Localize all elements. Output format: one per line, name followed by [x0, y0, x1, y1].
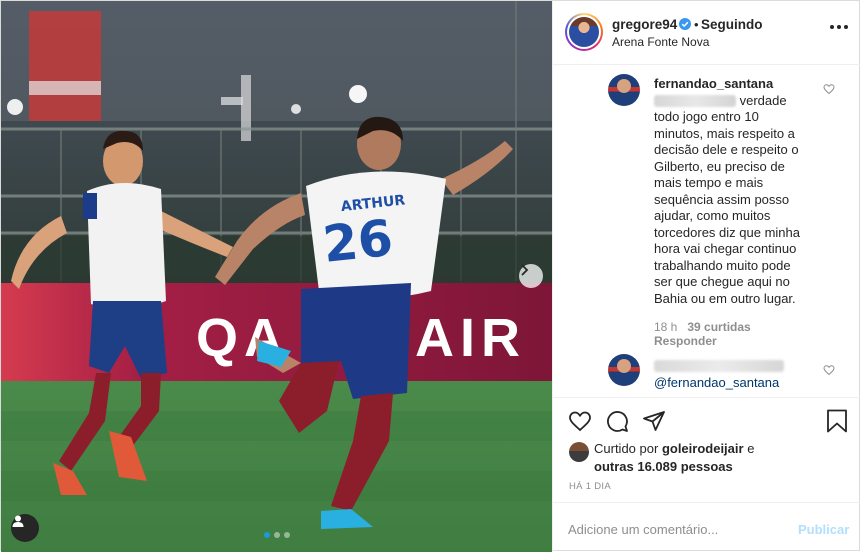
- header-separator: •: [694, 17, 699, 32]
- carousel-dot: [274, 532, 280, 538]
- next-photo-button[interactable]: [519, 264, 543, 288]
- post-location[interactable]: Arena Fonte Nova: [612, 35, 709, 49]
- share-direct-icon[interactable]: [642, 409, 666, 433]
- author-avatar[interactable]: [565, 13, 603, 51]
- carousel-indicator: [264, 532, 290, 538]
- comment-bubble-icon[interactable]: [605, 409, 629, 433]
- publish-button[interactable]: Publicar: [798, 522, 849, 537]
- post-side-panel: gregore94 • Seguindo Arena Fonte Nova fe…: [552, 1, 860, 552]
- comment-username[interactable]: fernandao_santana: [654, 76, 773, 91]
- more-options-button[interactable]: [830, 25, 848, 29]
- add-comment-bar: Publicar: [553, 502, 860, 553]
- instagram-post: QA AR AIR: [0, 0, 860, 552]
- comment-like-heart-icon[interactable]: [823, 83, 835, 95]
- carousel-dot-active: [264, 532, 270, 538]
- liked-by-user[interactable]: goleirodeijair: [662, 441, 744, 456]
- football-celebration-photo: QA AR AIR: [1, 1, 552, 552]
- more-dot-icon: [844, 25, 848, 29]
- author-username[interactable]: gregore94: [612, 17, 677, 32]
- comment-body: @fernandao_santana: [654, 375, 824, 392]
- user-icon: [12, 515, 24, 527]
- comment-likes[interactable]: 39 curtidas: [687, 320, 750, 334]
- post-header: gregore94 • Seguindo Arena Fonte Nova: [553, 1, 860, 65]
- post-photo[interactable]: QA AR AIR: [1, 1, 552, 552]
- post-timestamp[interactable]: HÁ 1 DIA: [569, 481, 611, 492]
- blurred-text: [654, 95, 736, 108]
- carousel-dot: [284, 532, 290, 538]
- verified-badge-icon: [679, 18, 691, 30]
- chevron-right-icon: [521, 264, 529, 276]
- more-dot-icon: [837, 25, 841, 29]
- avatar-image: [569, 17, 599, 47]
- comment-like-heart-icon[interactable]: [823, 364, 835, 376]
- liked-prefix: Curtido por: [594, 441, 659, 456]
- comment-input[interactable]: [568, 519, 788, 539]
- blurred-username: [654, 360, 784, 372]
- liked-by-text: Curtido por goleirodeijair e outras 16.0…: [594, 440, 814, 475]
- jersey-number: 26: [320, 209, 395, 274]
- post-actions: Curtido por goleirodeijair e outras 16.0…: [553, 397, 860, 552]
- liked-others-link[interactable]: outras 16.089 pessoas: [594, 459, 733, 474]
- more-dot-icon: [830, 25, 834, 29]
- comment-text: verdade todo jogo entro 10 minutos, mais…: [654, 92, 800, 306]
- liked-conj: e: [747, 441, 755, 456]
- commenter-avatar[interactable]: [608, 354, 640, 386]
- commenter-avatar[interactable]: [608, 74, 640, 106]
- comment-body: fernandao_santana verdade todo jogo entr…: [654, 76, 824, 307]
- tagged-users-button[interactable]: [11, 514, 39, 542]
- reply-button[interactable]: Responder: [654, 334, 717, 348]
- following-button[interactable]: Seguindo: [701, 17, 763, 32]
- comment-mention[interactable]: @fernandao_santana: [654, 375, 779, 390]
- comment-time[interactable]: 18 h: [654, 320, 677, 334]
- save-bookmark-icon[interactable]: [826, 409, 848, 433]
- comments-list: fernandao_santana verdade todo jogo entr…: [553, 66, 860, 397]
- like-heart-icon[interactable]: [568, 409, 592, 433]
- liked-by-avatar[interactable]: [569, 442, 589, 462]
- comment-meta: 18 h 39 curtidas: [654, 320, 751, 334]
